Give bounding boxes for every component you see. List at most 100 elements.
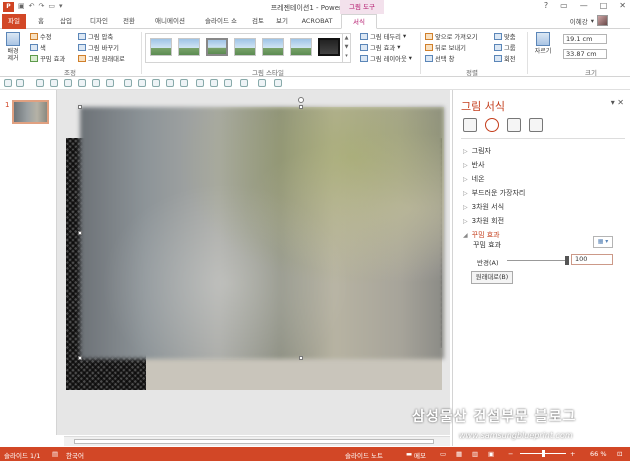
ribbon-display-button[interactable]: ▭ — [560, 1, 568, 10]
compress-pictures-button[interactable]: 그림 압축 — [78, 32, 113, 41]
selection-pane-button[interactable]: 선택 창 — [425, 54, 454, 63]
toolbar-icon[interactable] — [224, 79, 232, 87]
tab-slideshow[interactable]: 슬라이드 쇼 — [198, 14, 244, 29]
rotate-handle[interactable] — [298, 97, 304, 103]
picture-style-7[interactable] — [318, 38, 340, 56]
gallery-scroll[interactable]: ▲ ▼ ▾ — [342, 34, 350, 62]
comments-icon[interactable]: ▬ — [406, 450, 412, 458]
change-picture-button[interactable]: 그림 바꾸기 — [78, 43, 119, 52]
tab-review[interactable]: 검토 — [248, 14, 268, 29]
tab-acrobat[interactable]: ACROBAT — [298, 14, 336, 29]
crop-button[interactable]: 자르기 — [532, 32, 554, 55]
scrollbar-thumb[interactable] — [74, 439, 434, 444]
remove-background-button[interactable]: 배경 제거 — [4, 32, 22, 62]
resize-handle[interactable] — [78, 105, 82, 109]
help-button[interactable]: ? — [544, 1, 548, 10]
close-button[interactable]: ✕ — [619, 1, 626, 10]
spellcheck-icon[interactable]: ▤ — [52, 450, 58, 458]
align-button[interactable]: 맞춤 — [494, 32, 516, 41]
horizontal-scrollbar[interactable] — [64, 436, 450, 446]
zoom-out-icon[interactable]: − — [508, 450, 513, 458]
width-input[interactable]: 33.87 cm — [563, 49, 607, 59]
user-account[interactable]: 이혜강 ▾ — [570, 15, 608, 26]
section-artistic-effects[interactable]: ◢ 꾸밈 효과 — [463, 230, 500, 240]
section-3d-format[interactable]: ▷ 3차원 서식 — [463, 202, 504, 212]
fit-to-window-icon[interactable]: ⊡ — [617, 450, 622, 458]
normal-view-icon[interactable]: ▭ — [440, 450, 446, 458]
pane-close-controls[interactable]: ▾ ✕ — [611, 98, 624, 107]
resize-handle[interactable] — [78, 356, 82, 360]
tab-file[interactable]: 파일 — [2, 14, 26, 29]
maximize-button[interactable]: □ — [600, 1, 608, 10]
toolbar-icon[interactable] — [152, 79, 160, 87]
picture-style-3[interactable] — [206, 38, 228, 56]
color-button[interactable]: 색 — [30, 43, 46, 52]
tab-transitions[interactable]: 전환 — [118, 14, 140, 29]
toolbar-icon[interactable] — [50, 79, 58, 87]
effects-tab-icon[interactable] — [485, 118, 499, 132]
radius-slider-knob[interactable] — [565, 256, 569, 265]
correct-button[interactable]: 수정 — [30, 32, 52, 41]
tab-format[interactable]: 서식 — [341, 14, 377, 29]
picture-tab-icon[interactable] — [529, 118, 543, 132]
section-reflection[interactable]: ▷ 반사 — [463, 160, 485, 170]
picture-layout-button[interactable]: 그림 레이아웃 ▾ — [360, 54, 412, 63]
artistic-effects-button[interactable]: 꾸밈 효과 — [30, 54, 65, 63]
radius-slider-track[interactable] — [507, 260, 569, 261]
language-indicator[interactable]: 한국어 — [66, 450, 84, 460]
toolbar-icon[interactable] — [180, 79, 188, 87]
toolbar-icon[interactable] — [210, 79, 218, 87]
height-input[interactable]: 19.1 cm — [563, 34, 607, 44]
section-3d-rotation[interactable]: ▷ 3차원 회전 — [463, 216, 504, 226]
toolbar-icon[interactable] — [166, 79, 174, 87]
resize-handle[interactable] — [299, 105, 303, 109]
toolbar-icon[interactable] — [274, 79, 282, 87]
toolbar-icon[interactable] — [16, 79, 24, 87]
picture-effects-button[interactable]: 그림 효과 ▾ — [360, 43, 400, 52]
toolbar-icon[interactable] — [240, 79, 248, 87]
picture-style-2[interactable] — [178, 38, 200, 56]
bring-forward-button[interactable]: 앞으로 가져오기 — [425, 32, 478, 41]
toolbar-icon[interactable] — [78, 79, 86, 87]
rotate-button[interactable]: 회전 — [494, 54, 516, 63]
zoom-slider-knob[interactable] — [542, 450, 545, 457]
group-button[interactable]: 그룹 — [494, 43, 516, 52]
send-backward-button[interactable]: 뒤로 보내기 — [425, 43, 466, 52]
tab-home[interactable]: 홈 — [32, 14, 50, 29]
toolbar-icon[interactable] — [106, 79, 114, 87]
radius-input[interactable]: 100 — [571, 254, 613, 265]
picture-style-1[interactable] — [150, 38, 172, 56]
resize-handle[interactable] — [299, 356, 303, 360]
toolbar-icon[interactable] — [36, 79, 44, 87]
section-glow[interactable]: ▷ 네온 — [463, 174, 485, 184]
toolbar-icon[interactable] — [92, 79, 100, 87]
slideshow-view-icon[interactable]: ▣ — [488, 450, 494, 458]
toolbar-icon[interactable] — [258, 79, 266, 87]
notes-button[interactable]: 슬라이드 노트 — [345, 450, 383, 460]
picture-style-5[interactable] — [262, 38, 284, 56]
tab-design[interactable]: 디자인 — [84, 14, 114, 29]
artistic-effect-dropdown[interactable]: ▦ ▾ — [593, 236, 613, 248]
toolbar-icon[interactable] — [196, 79, 204, 87]
zoom-in-icon[interactable]: + — [570, 450, 575, 458]
minimize-button[interactable]: — — [580, 1, 588, 10]
tab-view[interactable]: 보기 — [272, 14, 292, 29]
reading-view-icon[interactable]: ▥ — [472, 450, 478, 458]
tab-animations[interactable]: 애니메이션 — [145, 14, 195, 29]
slide-thumbnail[interactable] — [12, 100, 49, 124]
zoom-level[interactable]: 66 % — [590, 450, 607, 458]
resize-handle[interactable] — [78, 231, 82, 235]
tab-insert[interactable]: 삽입 — [55, 14, 77, 29]
picture-style-6[interactable] — [290, 38, 312, 56]
toolbar-icon[interactable] — [64, 79, 72, 87]
section-shadow[interactable]: ▷ 그림자 — [463, 146, 491, 156]
fill-line-tab-icon[interactable] — [463, 118, 477, 132]
picture-border-button[interactable]: 그림 테두리 ▾ — [360, 32, 406, 41]
comments-button[interactable]: 메모 — [414, 450, 426, 460]
toolbar-icon[interactable] — [138, 79, 146, 87]
size-properties-tab-icon[interactable] — [507, 118, 521, 132]
picture-style-4[interactable] — [234, 38, 256, 56]
toolbar-icon[interactable] — [124, 79, 132, 87]
sorter-view-icon[interactable]: ▦ — [456, 450, 462, 458]
toolbar-icon[interactable] — [4, 79, 12, 87]
